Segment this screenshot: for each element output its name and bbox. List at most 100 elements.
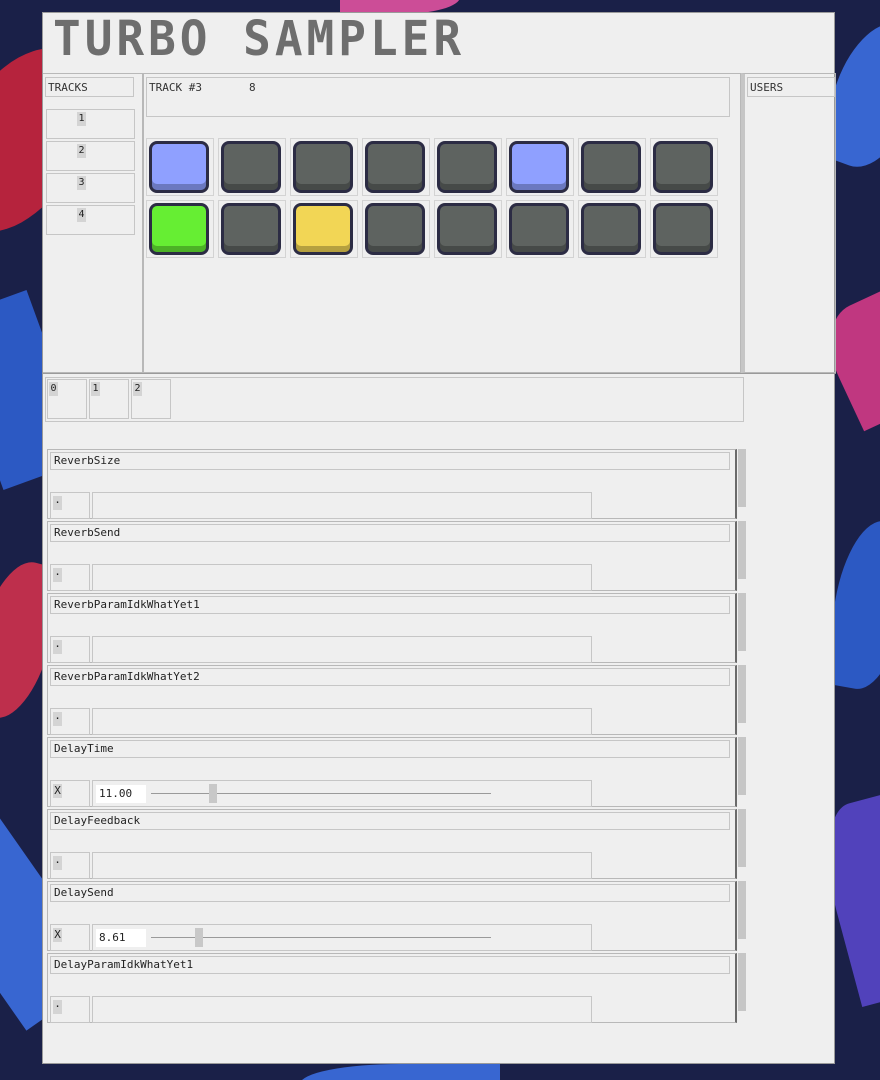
pad-cell[interactable]: [290, 200, 358, 258]
pad-cell[interactable]: [146, 200, 214, 258]
pad-cell[interactable]: [506, 200, 574, 258]
pad-cell[interactable]: [506, 138, 574, 196]
param-control: 8.61: [92, 924, 592, 951]
param-control: [92, 636, 592, 663]
pad-cell[interactable]: [434, 200, 502, 258]
pad-off[interactable]: [509, 203, 569, 255]
pad-blue[interactable]: [509, 141, 569, 193]
track-value: 8: [249, 81, 256, 94]
pad-cell[interactable]: [650, 138, 718, 196]
sampler-window: TURBO SAMPLER TRACKS 1 2 3 4 TRACK #3 8 USE…: [42, 9, 836, 1065]
track-button-label: 4: [77, 208, 86, 222]
pad-cell[interactable]: [146, 138, 214, 196]
pad-cell[interactable]: [578, 138, 646, 196]
tab-1[interactable]: 1: [89, 379, 129, 419]
tracks-header: TRACKS: [45, 77, 134, 97]
pad-off[interactable]: [581, 141, 641, 193]
param-toggle[interactable]: ·: [50, 708, 90, 735]
tab-0[interactable]: 0: [47, 379, 87, 419]
param-slider-thumb[interactable]: [195, 928, 204, 947]
pad-cell[interactable]: [362, 138, 430, 196]
track-button-label: 2: [77, 144, 86, 158]
pad-off[interactable]: [437, 141, 497, 193]
param-row: DelayParamIdkWhatYet1 ·: [47, 953, 737, 1023]
pad-off[interactable]: [653, 141, 713, 193]
param-toggle[interactable]: X: [50, 780, 90, 807]
param-control: [92, 564, 592, 591]
param-name: DelaySend: [50, 884, 730, 902]
param-row: DelayFeedback ·: [47, 809, 737, 879]
track-button-1[interactable]: 1: [46, 109, 135, 139]
tab-2[interactable]: 2: [131, 379, 171, 419]
param-toggle-label: ·: [53, 496, 62, 510]
app-title: TURBO SAMPLER: [53, 9, 466, 67]
pad-cell[interactable]: [362, 200, 430, 258]
param-name: DelayFeedback: [50, 812, 730, 830]
pad-off[interactable]: [437, 203, 497, 255]
pad-off[interactable]: [581, 203, 641, 255]
pad-off[interactable]: [365, 203, 425, 255]
track-button-label: 3: [77, 176, 86, 190]
track-view-panel: TRACK #3 8: [143, 73, 741, 373]
param-scrollbar[interactable]: [738, 737, 746, 795]
param-value-input[interactable]: 11.00: [96, 785, 146, 803]
tracks-header-label: TRACKS: [48, 81, 88, 94]
param-scrollbar[interactable]: [738, 449, 746, 507]
param-row: ReverbSend ·: [47, 521, 737, 591]
param-slider-track[interactable]: [151, 793, 491, 794]
param-value-input[interactable]: 8.61: [96, 929, 146, 947]
param-toggle-label: X: [53, 784, 62, 798]
param-scrollbar[interactable]: [738, 953, 746, 1011]
param-toggle-label: ·: [53, 712, 62, 726]
tab-label: 1: [91, 382, 100, 396]
track-name: TRACK #3: [149, 81, 202, 94]
param-name: DelayParamIdkWhatYet1: [50, 956, 730, 974]
param-control: [92, 492, 592, 519]
param-toggle-label: ·: [53, 568, 62, 582]
pad-cell[interactable]: [650, 200, 718, 258]
track-button-3[interactable]: 3: [46, 173, 135, 203]
pad-cell[interactable]: [218, 138, 286, 196]
param-toggle[interactable]: ·: [50, 852, 90, 879]
track-button-label: 1: [77, 112, 86, 126]
users-header-label: USERS: [750, 81, 784, 94]
users-panel: USERS: [741, 73, 836, 373]
track-button-2[interactable]: 2: [46, 141, 135, 171]
track-button-4[interactable]: 4: [46, 205, 135, 235]
param-toggle[interactable]: ·: [50, 564, 90, 591]
param-scrollbar[interactable]: [738, 665, 746, 723]
pad-off[interactable]: [221, 141, 281, 193]
param-toggle[interactable]: ·: [50, 996, 90, 1023]
pad-off[interactable]: [365, 141, 425, 193]
param-control: [92, 996, 592, 1023]
param-control: [92, 852, 592, 879]
param-toggle[interactable]: ·: [50, 492, 90, 519]
param-slider-thumb[interactable]: [208, 784, 217, 803]
pad-cell[interactable]: [218, 200, 286, 258]
param-row: ReverbSize ·: [47, 449, 737, 519]
param-name: DelayTime: [50, 740, 730, 758]
effects-section: 0 1 2 ReverbSize · ReverbSend · ReverbPara…: [43, 373, 836, 1065]
pad-off[interactable]: [293, 141, 353, 193]
pad-off[interactable]: [653, 203, 713, 255]
param-scrollbar[interactable]: [738, 521, 746, 579]
pad-cell[interactable]: [290, 138, 358, 196]
pad-cell[interactable]: [434, 138, 502, 196]
param-scrollbar[interactable]: [738, 593, 746, 651]
param-row: DelaySend X 8.61: [47, 881, 737, 951]
param-control: 11.00: [92, 780, 592, 807]
pad-blue[interactable]: [149, 141, 209, 193]
tab-label: 2: [133, 382, 142, 396]
param-row: DelayTime X 11.00: [47, 737, 737, 807]
param-scrollbar[interactable]: [738, 809, 746, 867]
track-info-bar: TRACK #3 8: [146, 77, 730, 117]
param-toggle-label: ·: [53, 640, 62, 654]
pad-cell[interactable]: [578, 200, 646, 258]
param-scrollbar[interactable]: [738, 881, 746, 939]
param-toggle[interactable]: ·: [50, 636, 90, 663]
pad-yellow[interactable]: [293, 203, 353, 255]
param-control: [92, 708, 592, 735]
param-toggle[interactable]: X: [50, 924, 90, 951]
pad-off[interactable]: [221, 203, 281, 255]
pad-green[interactable]: [149, 203, 209, 255]
